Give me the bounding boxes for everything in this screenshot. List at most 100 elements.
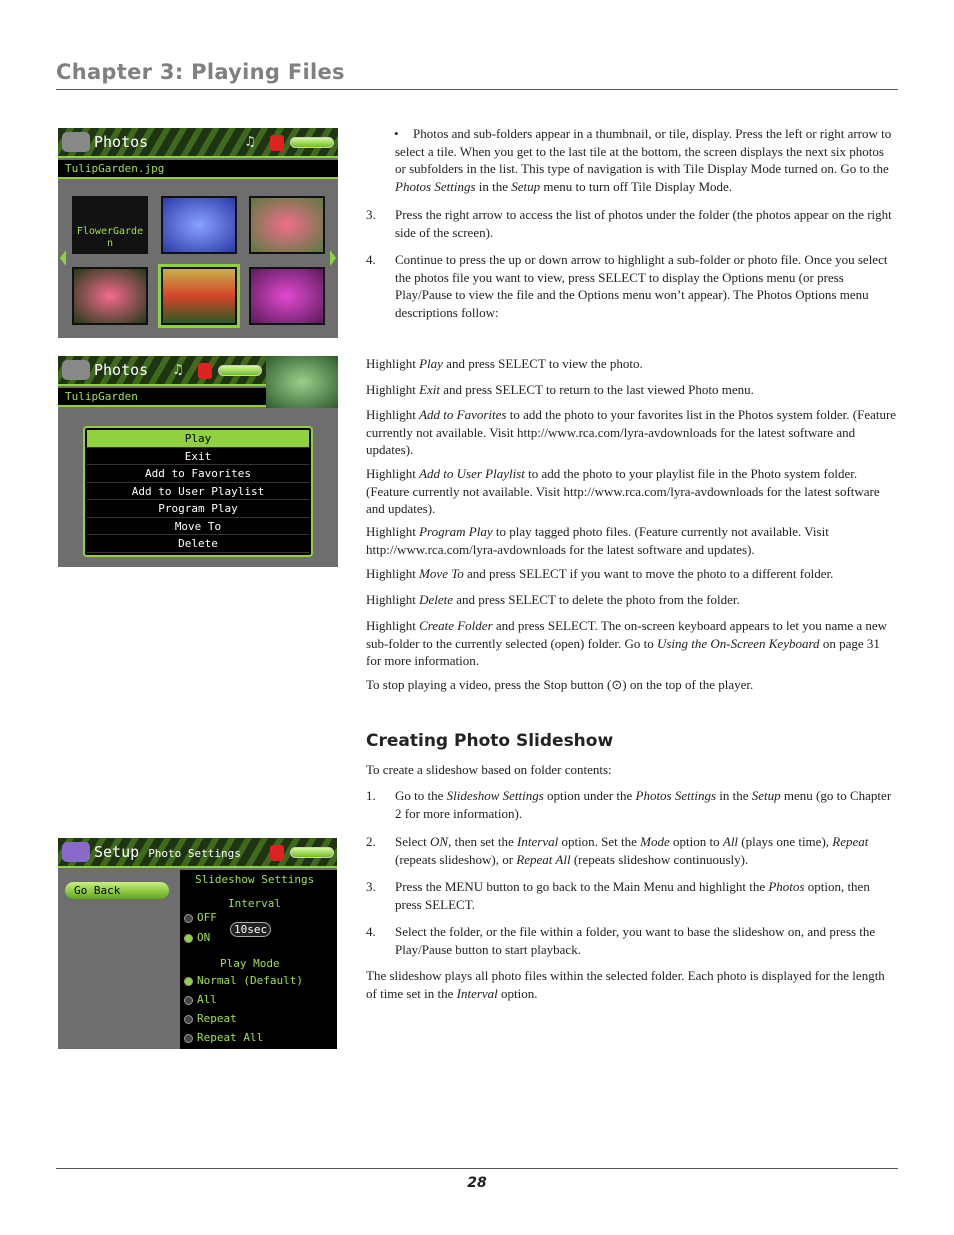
- para-program-play: Highlight Program Play to play tagged ph…: [366, 523, 898, 558]
- text-run: , then set the: [448, 834, 518, 849]
- emphasis-text: Interval: [456, 985, 498, 1001]
- emphasis-text: Move To: [419, 566, 464, 581]
- lock-icon: [270, 845, 284, 861]
- text-run: Highlight: [366, 618, 420, 633]
- menu-item-add-to-user-playlist[interactable]: Add to User Playlist: [87, 483, 309, 500]
- menu-item-play[interactable]: Play: [87, 430, 309, 448]
- text-run: To create a slideshow based on folder co…: [366, 762, 612, 777]
- bullet-item: • Photos and sub-folders appear in a thum…: [394, 126, 892, 194]
- screen-title: Photos: [94, 361, 149, 379]
- para-move-to: Highlight Move To and press SELECT if yo…: [366, 565, 898, 583]
- emphasis-text: Slideshow Settings: [446, 788, 544, 803]
- menu-item-add-to-favorites[interactable]: Add to Favorites: [87, 465, 309, 483]
- emphasis-text: Setup: [751, 788, 781, 803]
- text-run: Select: [395, 834, 431, 849]
- emphasis-text: Repeat: [832, 834, 869, 849]
- menu-item-exit[interactable]: Exit: [87, 448, 309, 465]
- emphasis-text: ON: [430, 834, 449, 849]
- text-run: Select the folder, or the file within a …: [395, 924, 876, 957]
- text-run: and press SELECT to view the photo.: [442, 356, 643, 371]
- emphasis-text: Photos: [768, 879, 805, 894]
- setup-photo-settings-screenshot: Setup Photo Settings Go Back Slideshow S…: [58, 838, 337, 1049]
- text-run: Photos and sub-folders appear in a thumb…: [395, 126, 892, 177]
- left-arrow-icon: [60, 250, 66, 266]
- screen-title: Photos: [94, 133, 149, 151]
- menu-item-program-play[interactable]: Program Play: [87, 500, 309, 518]
- text-run: (plays one time),: [738, 834, 833, 849]
- photo-preview: [266, 356, 338, 408]
- photo-tile: [249, 196, 325, 254]
- emphasis-text: Mode: [640, 834, 670, 849]
- para-add-playlist: Highlight Add to User Playlist to add th…: [366, 465, 898, 518]
- screen-title: Setup: [94, 843, 140, 861]
- emphasis-text: All: [722, 834, 739, 849]
- photos-options-screenshot: Photos ♫ TulipGarden Play Exit Add to Fav…: [58, 356, 338, 567]
- mode-repeat-all-radio[interactable]: Repeat All: [184, 1031, 263, 1044]
- text-run: in the: [475, 178, 512, 194]
- text-run: and press SELECT to return to the last v…: [440, 382, 754, 397]
- para-add-favorites: Highlight Add to Favorites to add the ph…: [366, 406, 898, 459]
- step-4: 4. Continue to press the up or down arrow…: [366, 252, 888, 320]
- camera-icon: [62, 132, 90, 152]
- section-heading: Creating Photo Slideshow: [366, 731, 614, 751]
- text-run: Highlight: [366, 524, 420, 539]
- gear-icon: [62, 842, 90, 862]
- interval-off-radio[interactable]: OFF: [184, 911, 217, 924]
- slideshow-step-3: 3. Press the MENU button to go back to th…: [366, 879, 870, 912]
- text-run: option to: [669, 834, 723, 849]
- filename: TulipGarden: [58, 388, 266, 407]
- page-number: 28: [467, 1175, 487, 1191]
- para-exit: Highlight Exit and press SELECT to retur…: [366, 381, 898, 399]
- text-run: in the: [716, 788, 752, 803]
- slideshow-step-4: 4. Select the folder, or the file within …: [366, 924, 876, 957]
- emphasis-text: Add to User Playlist: [419, 466, 525, 481]
- menu-item-move-to[interactable]: Move To: [87, 518, 309, 535]
- text-run: Highlight: [366, 407, 420, 422]
- mode-normal-radio[interactable]: Normal (Default): [184, 974, 303, 987]
- photo-tile: [72, 267, 148, 325]
- text-run: option. Set the: [558, 834, 641, 849]
- text-run: Highlight: [366, 592, 420, 607]
- slideshow-step-2: 2. Select ON, then set the Interval optio…: [366, 834, 869, 867]
- lock-icon: [198, 363, 212, 379]
- emphasis-text: Photos Settings: [635, 788, 717, 803]
- slideshow-step-1: 1. Go to the Slideshow Settings option un…: [366, 788, 892, 821]
- battery-icon: [290, 137, 334, 148]
- para-create-folder: Highlight Create Folder and press SELECT…: [366, 617, 898, 670]
- para-play: Highlight Play and press SELECT to view …: [366, 355, 898, 373]
- emphasis-text: Play: [419, 356, 443, 371]
- text-run: The slideshow plays all photo files with…: [366, 968, 885, 1001]
- text-run: Highlight: [366, 466, 420, 481]
- folder-tile: FlowerGarden: [72, 196, 148, 254]
- music-icon: ♫: [174, 362, 183, 378]
- emphasis-text: Add to Favorites: [419, 407, 507, 422]
- step-3: 3. Press the right arrow to access the li…: [366, 207, 892, 240]
- mode-all-radio[interactable]: All: [184, 993, 217, 1006]
- go-back-button[interactable]: Go Back: [65, 882, 169, 899]
- text-run: (repeats slideshow continuously).: [570, 851, 749, 867]
- photo-tile: [249, 267, 325, 325]
- screen-subtitle: Photo Settings: [148, 847, 241, 860]
- text-run: To stop playing a video, press the Stop …: [366, 677, 754, 692]
- menu-item-delete[interactable]: Delete: [87, 535, 309, 553]
- emphasis-text: Interval: [517, 834, 559, 849]
- emphasis-text: Using the On-Screen Keyboard: [656, 635, 820, 651]
- header-rule: [56, 89, 898, 90]
- text-run: Go to the: [395, 788, 447, 803]
- interval-label: Interval: [228, 897, 281, 910]
- emphasis-text: Repeat All: [516, 851, 571, 867]
- emphasis-text: Photos Settings: [395, 178, 476, 194]
- emphasis-text: Setup: [511, 178, 541, 194]
- interval-on-radio[interactable]: ON: [184, 931, 210, 944]
- text-run: Highlight: [366, 382, 420, 397]
- text-run: Highlight: [366, 566, 420, 581]
- para-stop: To stop playing a video, press the Stop …: [366, 676, 898, 694]
- mode-repeat-radio[interactable]: Repeat: [184, 1012, 237, 1025]
- text-run: and press SELECT to delete the photo fro…: [453, 592, 740, 607]
- para-delete: Highlight Delete and press SELECT to del…: [366, 591, 898, 609]
- text-run: menu to turn off Tile Display Mode.: [540, 178, 733, 194]
- emphasis-text: Create Folder: [419, 618, 493, 633]
- battery-icon: [218, 365, 262, 376]
- interval-value[interactable]: 10sec: [230, 922, 272, 937]
- right-arrow-icon: [330, 250, 336, 266]
